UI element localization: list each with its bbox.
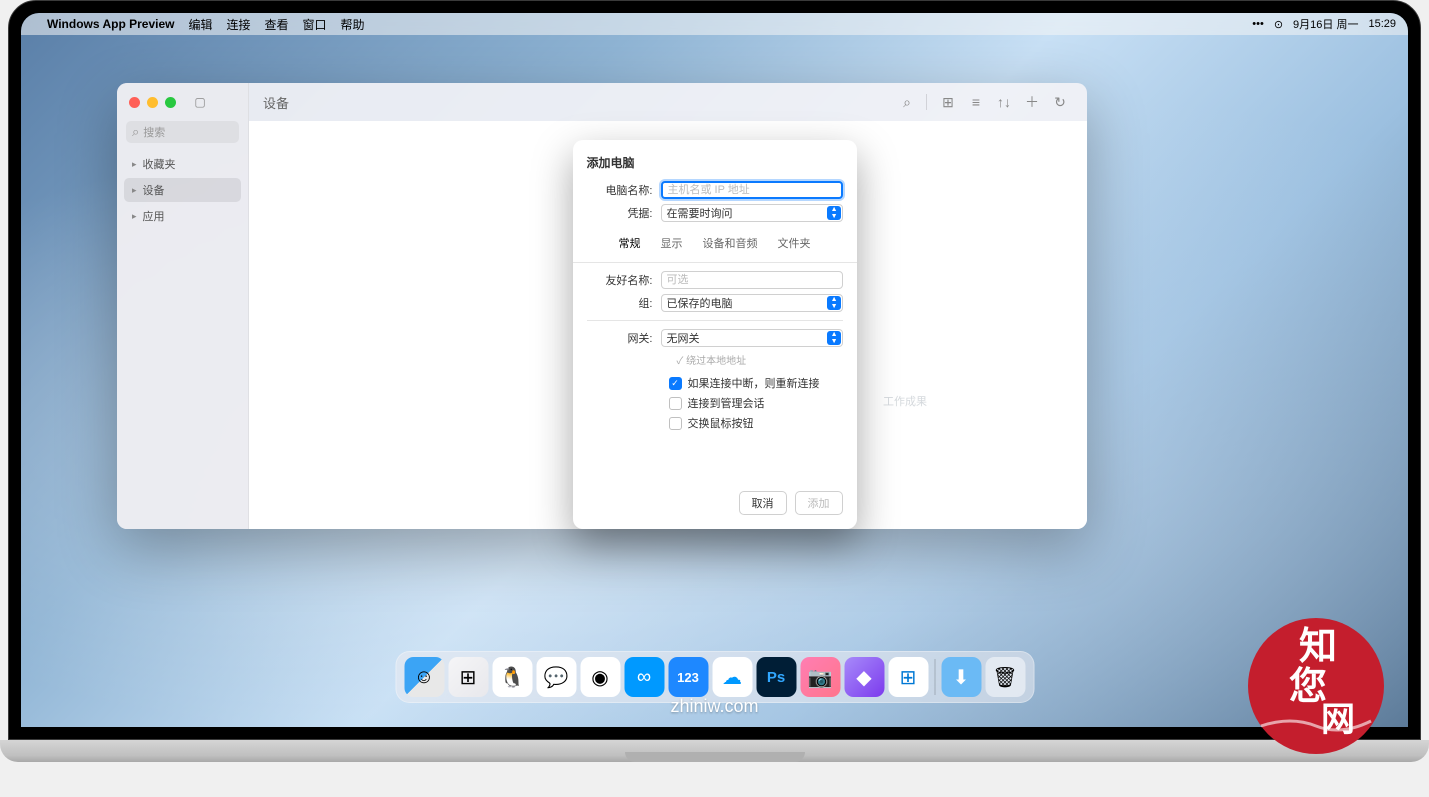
bypass-local-label: 绕过本地地址 — [587, 352, 843, 367]
group-select[interactable]: 已保存的电脑▲▼ — [661, 294, 843, 312]
modal-backdrop: 添加电脑 电脑名称: 凭据: 在需要时询问▲▼ 常规 显示 设备和音频 文件夹 — [21, 13, 1408, 727]
tab-general[interactable]: 常规 — [609, 232, 651, 254]
tab-display[interactable]: 显示 — [651, 232, 693, 254]
swap-mouse-label: 交换鼠标按钮 — [688, 415, 754, 431]
divider — [587, 320, 843, 321]
dock-chrome[interactable]: ◉ — [580, 657, 620, 697]
dock-photoshop[interactable]: Ps — [756, 657, 796, 697]
svg-text:知: 知 — [1299, 626, 1337, 668]
svg-text:网: 网 — [1321, 701, 1355, 739]
chevron-updown-icon: ▲▼ — [831, 296, 838, 310]
screen: Windows App Preview 编辑 连接 查看 窗口 帮助 ••• ⊙… — [21, 13, 1408, 727]
cancel-button[interactable]: 取消 — [739, 491, 787, 515]
modal-tabs: 常规 显示 设备和音频 文件夹 — [587, 232, 843, 254]
tab-folders[interactable]: 文件夹 — [768, 232, 821, 254]
reconnect-checkbox[interactable]: ✓ — [669, 377, 682, 390]
chevron-updown-icon: ▲▼ — [831, 331, 838, 345]
add-pc-modal: 添加电脑 电脑名称: 凭据: 在需要时询问▲▼ 常规 显示 设备和音频 文件夹 — [573, 140, 857, 529]
pc-name-label: 电脑名称: — [587, 182, 661, 198]
gateway-label: 网关: — [587, 330, 661, 346]
dock-cleanshot[interactable]: 📷 — [800, 657, 840, 697]
dock-app-purple[interactable]: ◆ — [844, 657, 884, 697]
dock-qq[interactable]: 🐧 — [492, 657, 532, 697]
group-label: 组: — [587, 295, 661, 311]
admin-session-checkbox[interactable] — [669, 397, 682, 410]
swap-mouse-checkbox[interactable] — [669, 417, 682, 430]
divider — [573, 262, 857, 263]
laptop-notch — [625, 752, 805, 762]
footer-url: zhiniw.com — [670, 696, 758, 717]
dock-trash[interactable]: 🗑 — [985, 657, 1025, 697]
credential-label: 凭据: — [587, 205, 661, 221]
chevron-updown-icon: ▲▼ — [831, 206, 838, 220]
watermark-seal: 知 您 网 — [1241, 611, 1391, 761]
reconnect-label: 如果连接中断，则重新连接 — [688, 375, 820, 391]
gateway-select[interactable]: 无网关▲▼ — [661, 329, 843, 347]
dock-divider — [934, 659, 935, 695]
tab-devices-audio[interactable]: 设备和音频 — [693, 232, 768, 254]
add-button[interactable]: 添加 — [795, 491, 843, 515]
credential-select[interactable]: 在需要时询问▲▼ — [661, 204, 843, 222]
dock-123pan[interactable]: 123 — [668, 657, 708, 697]
admin-session-label: 连接到管理会话 — [688, 395, 765, 411]
modal-title: 添加电脑 — [587, 154, 843, 171]
dock-cloud[interactable]: ☁ — [712, 657, 752, 697]
dock-finder[interactable]: ☺ — [404, 657, 444, 697]
dock-launchpad[interactable]: ⊞ — [448, 657, 488, 697]
friendly-name-label: 友好名称: — [587, 272, 661, 288]
dock-baidu-disk[interactable]: ∞ — [624, 657, 664, 697]
dock-wechat[interactable]: 💬 — [536, 657, 576, 697]
friendly-name-input[interactable] — [661, 271, 843, 289]
pc-name-input[interactable] — [661, 181, 843, 199]
dock-downloads[interactable]: ⬇ — [941, 657, 981, 697]
laptop-frame: Windows App Preview 编辑 连接 查看 窗口 帮助 ••• ⊙… — [8, 0, 1421, 740]
dock-windows-app[interactable]: ⊞ — [888, 657, 928, 697]
